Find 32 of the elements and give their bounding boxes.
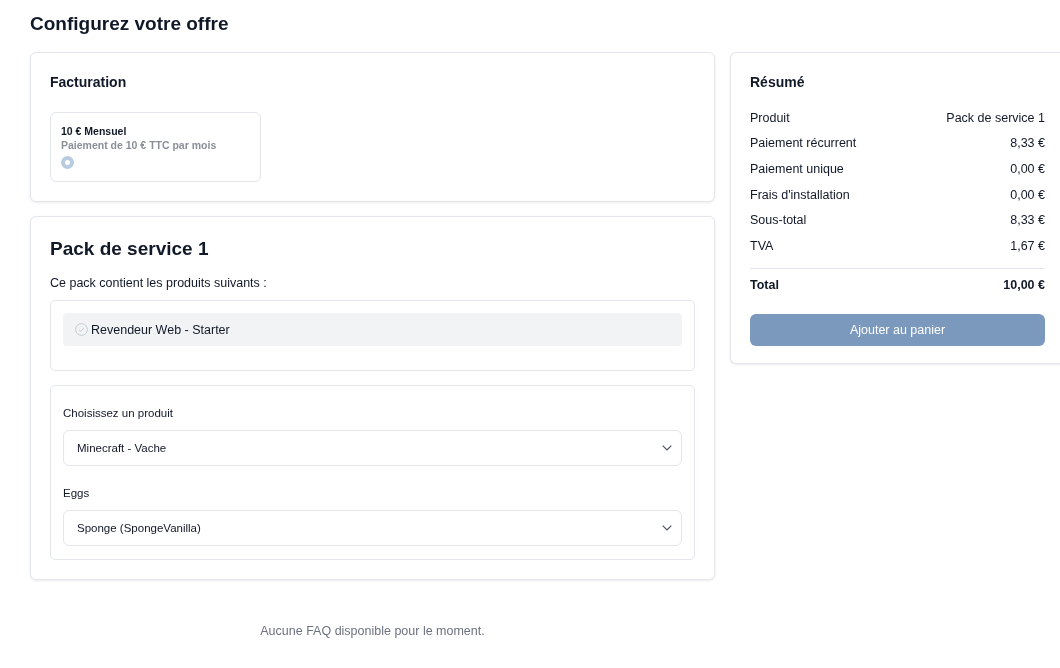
summary-label: Frais d'installation bbox=[750, 187, 850, 202]
summary-label: Sous-total bbox=[750, 213, 807, 228]
total-value: 10,00 € bbox=[1003, 277, 1045, 292]
summary-label: Produit bbox=[750, 110, 790, 125]
select-field[interactable]: Sponge (SpongeVanilla) bbox=[63, 510, 682, 546]
total-label: Total bbox=[750, 277, 779, 292]
summary-value: Pack de service 1 bbox=[946, 110, 1045, 125]
pack-title: Pack de service 1 bbox=[50, 237, 209, 261]
chevron-down-icon bbox=[662, 445, 672, 451]
option-name: 10 € Mensuel bbox=[61, 125, 127, 138]
faq-empty-message: Aucune FAQ disponible pour le moment. bbox=[260, 624, 485, 638]
check-circle-icon bbox=[75, 323, 88, 336]
option-description: Paiement de 10 € TTC par mois bbox=[61, 138, 217, 153]
summary-value: 8,33 € bbox=[1010, 136, 1045, 151]
select-field[interactable]: Minecraft - Vache bbox=[63, 430, 682, 466]
field-label: Eggs bbox=[63, 486, 90, 500]
summary-value: 0,00 € bbox=[1010, 162, 1045, 176]
summary-value: 8,33 € bbox=[1010, 213, 1045, 228]
summary-label: TVA bbox=[750, 238, 774, 253]
chevron-down-icon bbox=[662, 525, 672, 531]
summary-label: Paiement unique bbox=[750, 162, 844, 176]
radio-button[interactable] bbox=[61, 156, 74, 169]
card-title: Facturation bbox=[50, 73, 127, 91]
field-label: Choisissez un produit bbox=[63, 406, 173, 420]
summary-value: 0,00 € bbox=[1010, 187, 1045, 202]
pack-intro: Ce pack contient les produits suivants : bbox=[50, 275, 267, 291]
summary-value: 1,67 € bbox=[1010, 238, 1045, 253]
summary-label: Paiement récurrent bbox=[750, 136, 857, 151]
billing-option[interactable]: 10 € Mensuel Paiement de 10 € TTC par mois bbox=[50, 112, 261, 182]
page-title: Configurez votre offre bbox=[30, 12, 229, 36]
card-title: Résumé bbox=[750, 73, 805, 91]
product-name: Revendeur Web - Starter bbox=[91, 322, 230, 337]
